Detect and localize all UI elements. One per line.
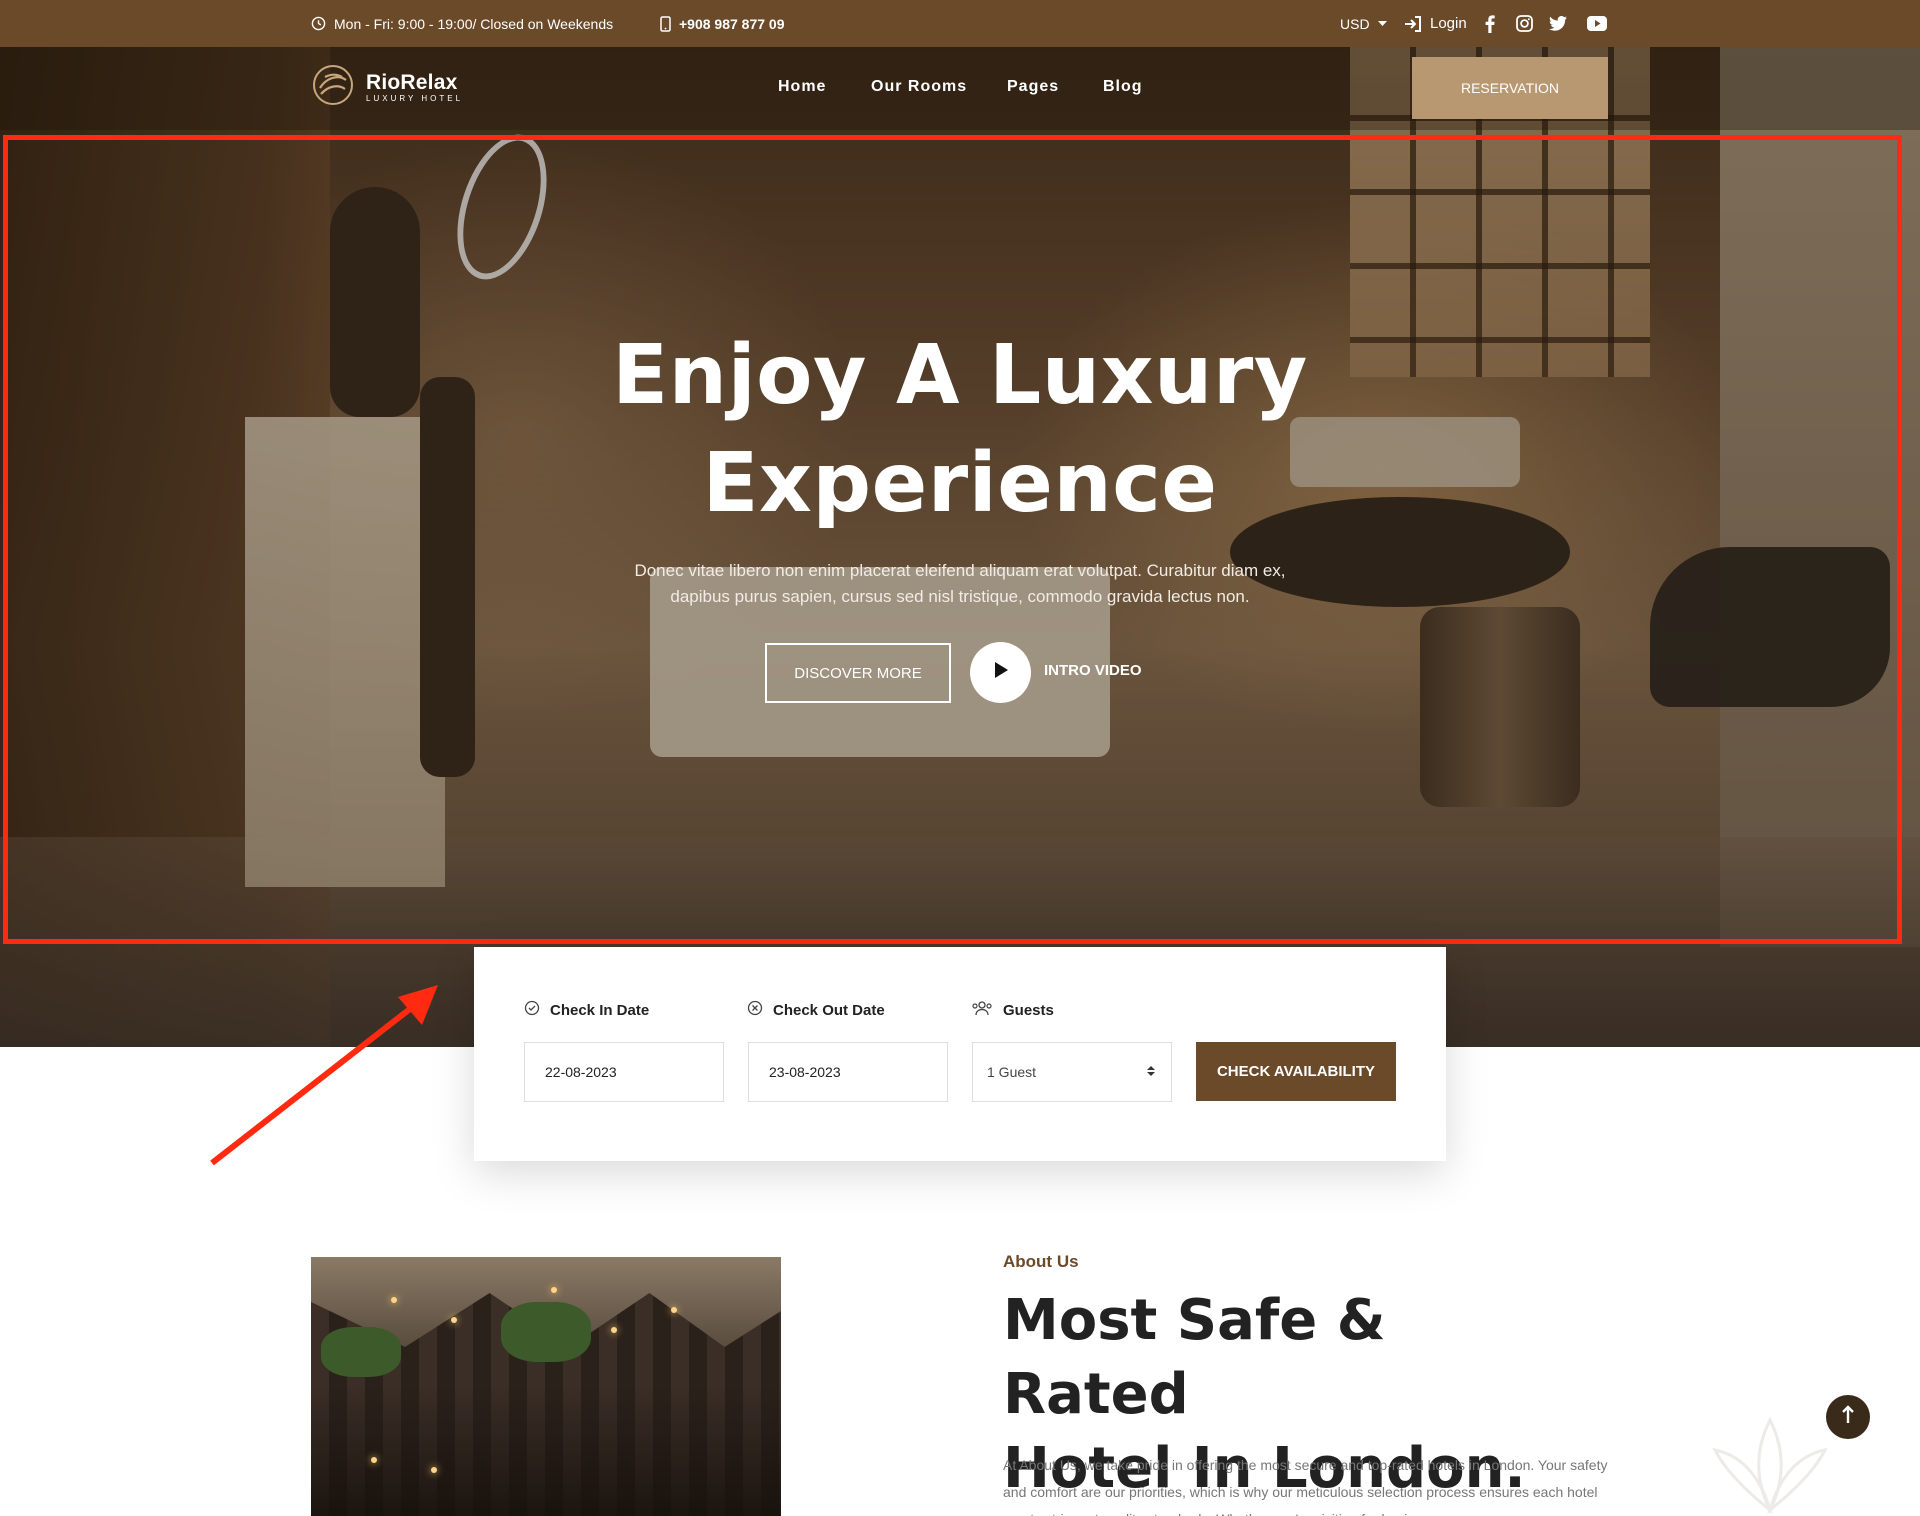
youtube-icon[interactable] [1587, 0, 1607, 47]
checkout-label-text: Check Out Date [773, 1001, 885, 1019]
nav-home[interactable]: Home [778, 78, 826, 96]
scroll-to-top-button[interactable] [1826, 1395, 1870, 1439]
currency-label: USD [1340, 15, 1370, 32]
brand-subtitle: LUXURY HOTEL [366, 93, 464, 103]
check-circle-icon [524, 1000, 540, 1020]
checkout-label: Check Out Date [747, 1000, 885, 1020]
about-title-line-1: Most Safe & Rated [1003, 1288, 1386, 1427]
facebook-icon[interactable] [1485, 0, 1495, 47]
phone-icon [660, 15, 671, 32]
login-icon [1404, 15, 1422, 32]
about-image-light [671, 1307, 677, 1313]
annotation-arrow-icon [210, 985, 438, 1166]
guests-select-value: 1 Guest [987, 1064, 1037, 1080]
about-image-light [451, 1317, 457, 1323]
login-link[interactable]: Login [1404, 0, 1467, 47]
login-label: Login [1430, 15, 1467, 32]
clock-icon [311, 16, 326, 31]
top-bar: Mon - Fri: 9:00 - 19:00/ Closed on Weeke… [0, 0, 1920, 47]
checkin-label: Check In Date [524, 1000, 649, 1020]
about-image [311, 1257, 781, 1516]
arrow-up-icon [1841, 1404, 1855, 1430]
sort-icon [1147, 1064, 1155, 1080]
guests-label: Guests [971, 1000, 1054, 1020]
about-image-light [371, 1457, 377, 1463]
about-image-light [431, 1467, 437, 1473]
check-availability-button[interactable]: CHECK AVAILABILITY [1196, 1042, 1396, 1101]
about-paragraph: At About Us, we take pride in offering t… [1003, 1457, 1608, 1516]
instagram-icon[interactable] [1516, 0, 1533, 47]
brand-name: RioRelax [366, 70, 458, 94]
opening-hours: Mon - Fri: 9:00 - 19:00/ Closed on Weeke… [311, 0, 613, 47]
users-icon [971, 1000, 993, 1020]
about-image-plant [501, 1302, 591, 1362]
x-circle-icon [747, 1000, 763, 1020]
about-image-light [391, 1297, 397, 1303]
checkin-label-text: Check In Date [550, 1001, 650, 1019]
reservation-button[interactable]: RESERVATION [1412, 57, 1608, 119]
hours-text: Mon - Fri: 9:00 - 19:00/ Closed on Weeke… [334, 15, 614, 32]
booking-form: Check In Date Check Out Date Guests 22-0… [474, 947, 1446, 1161]
phone-text: +908 987 877 09 [679, 15, 785, 32]
phone-contact[interactable]: +908 987 877 09 [660, 0, 785, 47]
caret-down-icon [1377, 20, 1387, 27]
nav-pages[interactable]: Pages [1007, 78, 1059, 96]
lotus-decoration-icon [1712, 1416, 1828, 1515]
annotation-highlight-box [3, 135, 1902, 944]
currency-select[interactable]: USD [1340, 0, 1387, 47]
brand-logo[interactable]: RioRelax LUXURY HOTEL [312, 64, 463, 111]
about-image-light [611, 1327, 617, 1333]
logo-text: RioRelax LUXURY HOTEL [366, 70, 464, 104]
guests-label-text: Guests [1003, 1001, 1054, 1019]
checkout-date-input[interactable]: 23-08-2023 [748, 1042, 948, 1102]
about-image-light [551, 1287, 557, 1293]
about-kicker: About Us [1003, 1252, 1079, 1271]
guests-select[interactable]: 1 Guest [972, 1042, 1172, 1102]
logo-mark-icon [312, 64, 354, 111]
nav-our-rooms[interactable]: Our Rooms [871, 78, 967, 96]
checkin-date-input[interactable]: 22-08-2023 [524, 1042, 724, 1102]
nav-blog[interactable]: Blog [1103, 78, 1143, 96]
about-image-plant [321, 1327, 401, 1377]
twitter-icon[interactable] [1549, 0, 1567, 47]
